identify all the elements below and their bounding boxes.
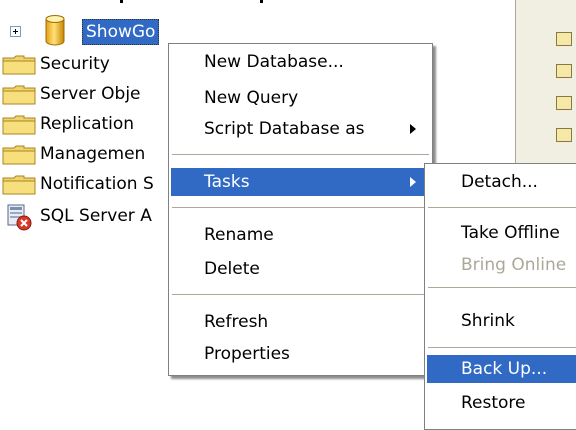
tree-node-replication[interactable]: Replication (0, 111, 170, 137)
database-label[interactable]: ShowGo (82, 19, 160, 45)
menu-separator (428, 207, 576, 208)
submenu-arrow-icon (410, 177, 416, 187)
menu-separator (172, 207, 429, 208)
tree-item-label: Notification S (40, 174, 154, 194)
folder-icon (2, 85, 36, 105)
tree-item-label: SQL Server A (40, 206, 152, 226)
menu-item-label: Bring Online (461, 255, 567, 275)
tree-item-label: Managemen (40, 144, 146, 164)
submenu-item-shrink[interactable]: Shrink (427, 307, 576, 335)
submenu-arrow-icon (410, 124, 416, 134)
menu-item-rename[interactable]: Rename (171, 221, 430, 249)
folder-icon (2, 175, 36, 195)
submenu-item-restore[interactable]: Restore (427, 389, 576, 417)
tree-item-label: Replication (40, 114, 135, 134)
submenu-item-bring-online: Bring Online (427, 251, 576, 279)
folder-icon (556, 64, 572, 78)
menu-item-label: Rename (204, 225, 274, 245)
tree-item-label: Security (40, 54, 110, 74)
tree-node-management[interactable]: Managemen (0, 141, 170, 167)
menu-separator (172, 154, 429, 155)
tasks-submenu: Detach... Take Offline Bring Online Shri… (424, 163, 576, 430)
menu-item-label: Restore (461, 393, 526, 413)
menu-separator (428, 287, 576, 288)
tree-node-server-objects[interactable]: Server Obje (0, 81, 170, 107)
menu-item-new-query[interactable]: New Query (171, 84, 430, 112)
tree-node-sql-server-agent[interactable]: SQL Server A (0, 203, 170, 231)
tree-node-notification-services[interactable]: Notification S (0, 171, 170, 197)
folder-icon (2, 115, 36, 135)
tree-clipped-text (120, 0, 280, 6)
database-context-menu: New Database... New Query Script Databas… (168, 43, 433, 376)
menu-item-label: New Database... (204, 52, 344, 72)
folder-icon (556, 96, 572, 110)
menu-item-label: Tasks (204, 172, 250, 192)
folder-icon (2, 145, 36, 165)
menu-item-label: Script Database as (204, 119, 365, 139)
menu-item-label: Properties (204, 344, 290, 364)
menu-item-properties[interactable]: Properties (171, 340, 430, 368)
menu-item-label: Detach... (461, 172, 538, 192)
menu-item-label: Back Up... (461, 359, 548, 379)
menu-separator (428, 347, 576, 348)
tree-node-database[interactable]: ShowGo (0, 15, 200, 46)
menu-separator (172, 294, 429, 295)
menu-item-refresh[interactable]: Refresh (171, 308, 430, 336)
submenu-item-detach[interactable]: Detach... (427, 168, 576, 196)
submenu-item-take-offline[interactable]: Take Offline (427, 219, 576, 247)
menu-item-label: Take Offline (461, 223, 560, 243)
menu-item-delete[interactable]: Delete (171, 255, 430, 283)
sql-server-agent-stopped-icon (7, 204, 32, 231)
tree-node-security[interactable]: Security (0, 51, 170, 77)
folder-icon (556, 32, 572, 46)
folder-icon (2, 55, 36, 75)
menu-item-label: New Query (204, 88, 299, 108)
tree-item-label: Server Obje (40, 84, 141, 104)
menu-item-script-database-as[interactable]: Script Database as (171, 115, 430, 143)
submenu-item-back-up[interactable]: Back Up... (427, 355, 576, 383)
menu-item-new-database[interactable]: New Database... (171, 48, 430, 76)
menu-item-label: Delete (204, 259, 260, 279)
expand-icon[interactable] (10, 26, 21, 37)
menu-item-tasks[interactable]: Tasks (171, 168, 430, 196)
database-cylinder-icon (45, 15, 65, 46)
menu-item-label: Refresh (204, 312, 269, 332)
menu-item-label: Shrink (461, 311, 515, 331)
folder-icon (556, 128, 572, 142)
